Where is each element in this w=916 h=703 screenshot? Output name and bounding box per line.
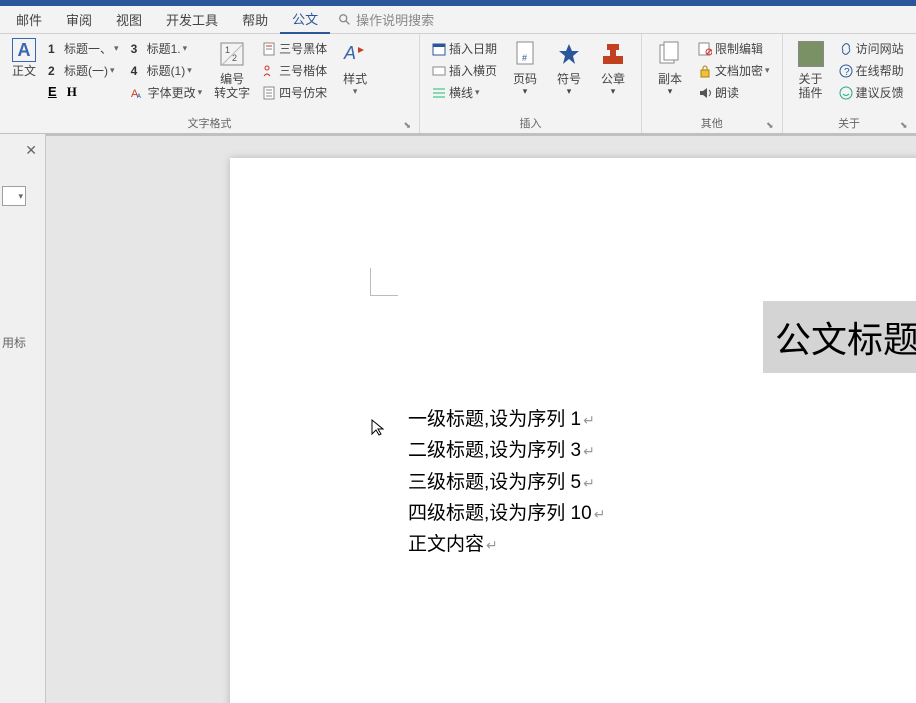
chevron-down-icon: ▾: [567, 86, 572, 97]
menu-mail[interactable]: 邮件: [4, 6, 54, 33]
menu-devtools[interactable]: 开发工具: [154, 6, 230, 33]
hline-button[interactable]: 横线▾: [428, 82, 501, 103]
sihao-fangsong-button[interactable]: 四号仿宋: [258, 82, 331, 103]
copy-icon: [654, 38, 686, 70]
cursor-icon: [370, 418, 384, 441]
group-label-insert: 插入: [426, 113, 635, 133]
pagenum-button[interactable]: # 页码▾: [503, 36, 547, 99]
dialog-launcher-icon[interactable]: ⬊: [766, 120, 774, 131]
chevron-down-icon: ▾: [475, 87, 480, 98]
chevron-down-icon: ▾: [110, 65, 115, 76]
encrypt-button[interactable]: 文档加密▾: [694, 60, 774, 81]
styles-icon: A: [339, 38, 371, 70]
link-icon: [839, 42, 853, 56]
doc-line[interactable]: 二级标题,设为序列 3↵: [408, 435, 605, 466]
lock-icon: [698, 64, 712, 78]
restrict-edit-button[interactable]: 限制编辑: [694, 38, 774, 59]
zhengwen-button[interactable]: A 正文: [6, 36, 42, 80]
nav-label: 用标: [2, 334, 26, 351]
calendar-icon: [432, 42, 446, 56]
sanhao-heiti-button[interactable]: 三号黑体: [258, 38, 331, 59]
seal-icon: [597, 38, 629, 70]
document-body[interactable]: 一级标题,设为序列 1↵ 二级标题,设为序列 3↵ 三级标题,设为序列 5↵ 四…: [408, 404, 605, 561]
doc-icon: [262, 42, 276, 56]
menu-gongwen[interactable]: 公文: [280, 5, 330, 34]
insert-date-button[interactable]: 插入日期: [428, 38, 501, 59]
close-icon[interactable]: ✕: [25, 142, 37, 159]
heading3-button[interactable]: 3标题1.▾: [127, 38, 207, 59]
symbol-button[interactable]: 符号▾: [547, 36, 591, 99]
doc-icon: [262, 86, 276, 100]
document-page[interactable]: 公文标题 一级标题,设为序列 1↵ 二级标题,设为序列 3↵ 三级标题,设为序列…: [230, 158, 916, 703]
group-label-text: 文字格式⬊: [6, 113, 413, 133]
font-change-button[interactable]: Aᴀ字体更改▾: [127, 82, 207, 103]
navigation-pane: ✕ ▾ 用标: [0, 134, 46, 703]
chevron-down-icon: ▾: [668, 86, 673, 97]
chevron-down-icon: ▾: [523, 86, 528, 97]
speaker-icon: [698, 86, 712, 100]
svg-text:#: #: [522, 53, 527, 63]
help-icon: ?: [839, 64, 853, 78]
emphasis-button[interactable]: H: [63, 82, 81, 102]
menu-review[interactable]: 审阅: [54, 6, 104, 33]
doc-line[interactable]: 一级标题,设为序列 1↵: [408, 404, 605, 435]
avatar-icon: [795, 38, 827, 70]
nav-search-input[interactable]: ▾: [2, 186, 26, 206]
document-area[interactable]: 公文标题 一级标题,设为序列 1↵ 二级标题,设为序列 3↵ 三级标题,设为序列…: [46, 134, 916, 703]
zhengwen-icon: A: [12, 38, 36, 62]
pagenum-icon: #: [509, 38, 541, 70]
menu-view[interactable]: 视图: [104, 6, 154, 33]
tell-me-label: 操作说明搜索: [356, 10, 434, 29]
person-icon: [262, 64, 276, 78]
restrict-icon: [698, 42, 712, 56]
svg-text:A: A: [343, 43, 356, 63]
ribbon: A 正文 1标题一、▾ 2标题(一)▾ E H 3标题1.▾ 4标题(1)▾ A…: [0, 34, 916, 134]
document-title[interactable]: 公文标题: [763, 301, 916, 373]
doc-line[interactable]: 三级标题,设为序列 5↵: [408, 467, 605, 498]
svg-text:ᴀ: ᴀ: [137, 91, 141, 100]
tell-me-search[interactable]: 操作说明搜索: [338, 10, 434, 29]
online-help-button[interactable]: ?在线帮助: [835, 60, 908, 81]
heading2-button[interactable]: 2标题(一)▾: [44, 60, 123, 81]
star-icon: [553, 38, 585, 70]
chevron-down-icon: ▾: [765, 65, 770, 76]
dialog-launcher-icon[interactable]: ⬊: [403, 120, 411, 131]
menu-help[interactable]: 帮助: [230, 6, 280, 33]
read-aloud-button[interactable]: 朗读: [694, 82, 774, 103]
group-label-other: 其他⬊: [648, 113, 776, 133]
insert-landscape-button[interactable]: 插入横页: [428, 60, 501, 81]
chevron-down-icon: ▾: [198, 87, 203, 98]
menu-bar: 邮件 审阅 视图 开发工具 帮助 公文 操作说明搜索: [0, 6, 916, 34]
seal-button[interactable]: 公章▾: [591, 36, 635, 99]
font-icon: Aᴀ: [131, 86, 145, 100]
styles-button[interactable]: A 样式 ▾: [333, 36, 377, 99]
chevron-down-icon: ▾: [611, 86, 616, 97]
doc-line[interactable]: 正文内容↵: [408, 529, 605, 560]
chevron-down-icon: ▾: [187, 65, 192, 76]
search-icon: [338, 13, 352, 27]
heading1-button[interactable]: 1标题一、▾: [44, 38, 123, 59]
landscape-page-icon: [432, 64, 446, 78]
group-label-about: 关于⬊: [789, 113, 910, 133]
svg-text:?: ?: [844, 67, 850, 78]
about-plugin-button[interactable]: 关于 插件: [789, 36, 833, 103]
doc-line[interactable]: 四级标题,设为序列 10↵: [408, 498, 605, 529]
feedback-icon: [839, 86, 853, 100]
dialog-launcher-icon[interactable]: ⬊: [900, 120, 908, 131]
sanhao-kaiti-button[interactable]: 三号楷体: [258, 60, 331, 81]
copy-button[interactable]: 副本▾: [648, 36, 692, 99]
heading4-button[interactable]: 4标题(1)▾: [127, 60, 207, 81]
hline-icon: [432, 86, 446, 100]
numbering-to-text-button[interactable]: 12 编号 转文字: [208, 36, 256, 103]
chevron-down-icon: ▾: [114, 43, 119, 54]
chevron-down-icon: ▾: [353, 86, 358, 97]
margin-marker: [370, 268, 398, 296]
dropdown-icon[interactable]: ▾: [18, 191, 23, 202]
feedback-button[interactable]: 建议反馈: [835, 82, 908, 103]
numbering-icon: 12: [216, 38, 248, 70]
underline-button[interactable]: E: [44, 82, 61, 102]
svg-text:1: 1: [225, 45, 230, 55]
visit-site-button[interactable]: 访问网站: [835, 38, 908, 59]
chevron-down-icon: ▾: [183, 43, 188, 54]
